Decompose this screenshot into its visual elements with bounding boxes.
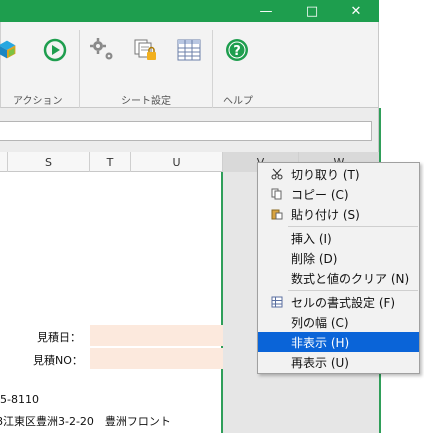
format-cells-icon	[270, 295, 284, 309]
menu-item-column-width[interactable]: 列の幅 (C)	[258, 312, 419, 332]
group-label-sheet-settings: シート設定	[121, 96, 171, 107]
menu-item-label: 切り取り (T)	[291, 167, 360, 182]
ribbon: ? アクション シート設定 ヘルプ	[0, 22, 379, 110]
menu-item-label: 数式と値のクリア (N)	[291, 271, 410, 286]
estimate-date-label: 見積日：	[37, 331, 81, 344]
estimate-date-cell[interactable]	[90, 325, 223, 346]
menu-item-label: 挿入 (I)	[291, 231, 332, 246]
column-header-u[interactable]: U	[131, 152, 223, 172]
copy-icon	[270, 187, 284, 201]
gears-icon[interactable]	[89, 36, 117, 64]
scissors-icon	[270, 167, 284, 181]
ribbon-separator	[79, 30, 80, 110]
estimate-no-cell[interactable]	[90, 348, 223, 369]
estimate-no-label: 見積NO：	[33, 354, 83, 367]
menu-item-label: コピー (C)	[291, 187, 349, 202]
address-text: 8江東区豊洲3-2-20 豊洲フロント	[0, 415, 171, 428]
menu-item-label: 削除 (D)	[291, 251, 338, 266]
menu-item-hide[interactable]: 非表示 (H)	[258, 332, 419, 352]
menu-item-unhide[interactable]: 再表示 (U)	[258, 352, 419, 372]
group-label-actions: アクション	[13, 96, 63, 107]
postal-code-text: 5-8110	[0, 393, 39, 406]
menu-item-insert[interactable]: 挿入 (I)	[258, 228, 419, 248]
context-menu: 切り取り (T) コピー (C) 貼り付け (S) 挿入 (I) 削除 (D) …	[257, 162, 420, 374]
menu-item-label: 列の幅 (C)	[291, 315, 349, 330]
grid-icon[interactable]	[175, 36, 203, 64]
selection-border	[221, 172, 223, 433]
maximize-button[interactable]: □	[292, 0, 332, 22]
formula-bar-area	[0, 108, 379, 152]
help-icon[interactable]: ?	[223, 36, 251, 64]
menu-item-format-cells[interactable]: セルの書式設定 (F)	[258, 292, 419, 312]
copy-lock-icon[interactable]	[132, 36, 160, 64]
menu-item-label: セルの書式設定 (F)	[291, 295, 396, 310]
menu-item-cut[interactable]: 切り取り (T)	[258, 164, 419, 184]
menu-separator	[288, 226, 418, 227]
group-label-help: ヘルプ	[223, 96, 253, 107]
formula-input[interactable]	[0, 121, 372, 141]
menu-item-label: 貼り付け (S)	[291, 207, 360, 222]
layers-icon[interactable]	[0, 36, 21, 64]
menu-item-label: 非表示 (H)	[291, 335, 350, 350]
play-icon[interactable]	[41, 36, 69, 64]
menu-item-paste[interactable]: 貼り付け (S)	[258, 204, 419, 224]
menu-item-label: 再表示 (U)	[291, 355, 349, 370]
close-button[interactable]: ✕	[336, 0, 376, 22]
menu-item-delete[interactable]: 削除 (D)	[258, 248, 419, 268]
menu-separator	[288, 290, 418, 291]
column-header-t[interactable]: T	[90, 152, 131, 172]
column-header-edge	[0, 152, 8, 172]
menu-item-copy[interactable]: コピー (C)	[258, 184, 419, 204]
svg-text:?: ?	[233, 44, 241, 59]
menu-item-clear[interactable]: 数式と値のクリア (N)	[258, 268, 419, 288]
minimize-button[interactable]: —	[246, 0, 286, 22]
paste-icon	[270, 207, 284, 221]
ribbon-separator	[212, 30, 213, 110]
title-bar: — □ ✕	[0, 0, 379, 22]
column-header-s[interactable]: S	[8, 152, 90, 172]
